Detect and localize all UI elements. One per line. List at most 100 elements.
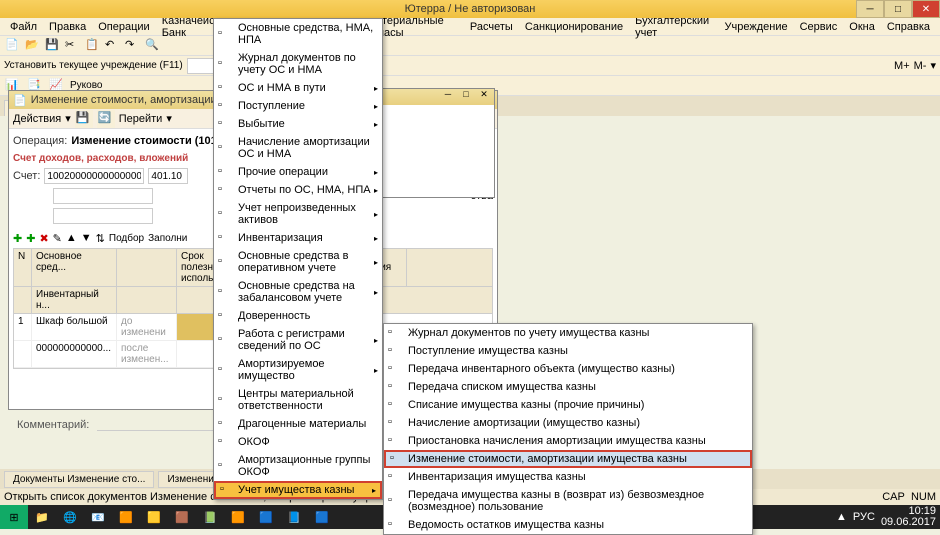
col-n[interactable]: N xyxy=(14,249,32,286)
submenu-item[interactable]: ▫Передача имущества казны в (возврат из)… xyxy=(384,486,752,516)
minimize-button[interactable]: ─ xyxy=(856,0,884,18)
close-button[interactable]: ✕ xyxy=(912,0,940,18)
menu-правка[interactable]: Правка xyxy=(43,19,92,35)
m-minus[interactable]: M- xyxy=(914,60,927,72)
menu-item[interactable]: ▫Работа с регистрами сведений по ОС▸ xyxy=(214,325,382,355)
account-code2[interactable] xyxy=(148,168,188,184)
menu-item[interactable]: ▫Журнал документов по учету ОС и НМА xyxy=(214,49,382,79)
menu-item[interactable]: ▫Отчеты по ОС, НМА, НПА▸ xyxy=(214,181,382,199)
undo-icon[interactable]: ↶ xyxy=(104,37,122,55)
excel-icon[interactable]: 📗 xyxy=(196,505,224,529)
add-copy-icon[interactable]: ✚ xyxy=(26,232,35,245)
chevron-right-icon: ▸ xyxy=(374,336,378,345)
m-plus[interactable]: M+ xyxy=(894,60,910,72)
menu-item[interactable]: ▫Центры материальной ответственности xyxy=(214,385,382,415)
extra-input2[interactable] xyxy=(53,208,153,224)
delete-row-icon[interactable]: ✖ xyxy=(39,232,48,245)
search-icon[interactable]: 🔍 xyxy=(144,37,162,55)
select-btn[interactable]: Подбор xyxy=(109,233,144,244)
menu-item[interactable]: ▫Прочие операции▸ xyxy=(214,163,382,181)
doc-save-icon[interactable]: 💾 xyxy=(75,110,93,128)
explorer-icon[interactable]: 📁 xyxy=(28,505,56,529)
col-inventory[interactable]: Инвентарный н... xyxy=(32,287,117,313)
bottom-tab-1[interactable]: Документы Изменение сто... xyxy=(4,471,154,488)
inner-close-icon[interactable]: ✕ xyxy=(476,89,492,103)
cut-icon[interactable]: ✂ xyxy=(64,37,82,55)
app3-icon[interactable]: 🟫 xyxy=(168,505,196,529)
submenu-item[interactable]: ▫Поступление имущества казны xyxy=(384,342,752,360)
dropdown-icon[interactable]: ▾ xyxy=(930,59,936,72)
col-change[interactable] xyxy=(117,249,177,286)
open-icon[interactable]: 📂 xyxy=(24,37,42,55)
maximize-button[interactable]: □ xyxy=(884,0,912,18)
menu-item[interactable]: ▫Амортизируемое имущество▸ xyxy=(214,355,382,385)
account-code1[interactable] xyxy=(44,168,144,184)
menu-item[interactable]: ▫ОКОФ xyxy=(214,433,382,451)
submenu-item[interactable]: ▫Приостановка начисления амортизации иму… xyxy=(384,432,752,450)
menu-сервис[interactable]: Сервис xyxy=(794,19,844,35)
menu-item[interactable]: ▫ОС и НМА в пути▸ xyxy=(214,79,382,97)
chevron-right-icon: ▸ xyxy=(374,258,378,267)
submenu-item[interactable]: ▫Списание имущества казны (прочие причин… xyxy=(384,396,752,414)
word-icon[interactable]: 📘 xyxy=(280,505,308,529)
menu-item-icon: ▫ xyxy=(218,417,232,431)
menu-item[interactable]: ▫Начисление амортизации ОС и НМА xyxy=(214,133,382,163)
submenu-item[interactable]: ▫Начисление амортизации (имущество казны… xyxy=(384,414,752,432)
menu-расчеты[interactable]: Расчеты xyxy=(464,19,519,35)
goto-menu[interactable]: Перейти xyxy=(119,113,163,125)
submenu-item[interactable]: ▫Передача списком имущества казны xyxy=(384,378,752,396)
app6-icon[interactable]: 🟦 xyxy=(308,505,336,529)
menu-справка[interactable]: Справка xyxy=(881,19,936,35)
col-asset[interactable]: Основное сред... xyxy=(32,249,117,286)
menu-операции[interactable]: Операции xyxy=(92,19,155,35)
menu-item[interactable]: ▫Основные средства на забалансовом учете… xyxy=(214,277,382,307)
tray-lang[interactable]: РУС xyxy=(853,511,875,523)
up-icon[interactable]: ▲ xyxy=(66,232,77,244)
submenu-item[interactable]: ▫Журнал документов по учету имущества ка… xyxy=(384,324,752,342)
outlook-icon[interactable]: 📧 xyxy=(84,505,112,529)
chevron-right-icon: ▸ xyxy=(374,366,378,375)
save-icon[interactable]: 💾 xyxy=(44,37,62,55)
new-icon[interactable]: 📄 xyxy=(4,37,22,55)
menu-item-icon: ▫ xyxy=(218,435,232,449)
app5-icon[interactable]: 🟦 xyxy=(252,505,280,529)
menu-item[interactable]: ▫Основные средства в оперативном учете▸ xyxy=(214,247,382,277)
actions-menu[interactable]: Действия xyxy=(13,113,61,125)
app1-icon[interactable]: 🟧 xyxy=(112,505,140,529)
submenu-item[interactable]: ▫Ведомость остатков имущества казны xyxy=(384,516,752,534)
submenu-item-icon: ▫ xyxy=(388,494,402,508)
sort-icon[interactable]: ⇅ xyxy=(96,232,105,245)
app4-icon[interactable]: 🟧 xyxy=(224,505,252,529)
menu-окна[interactable]: Окна xyxy=(843,19,881,35)
menu-item[interactable]: ▫Доверенность xyxy=(214,307,382,325)
menu-item[interactable]: ▫Основные средства, НМА, НПА xyxy=(214,19,382,49)
start-button[interactable]: ⊞ xyxy=(0,505,28,529)
app2-icon[interactable]: 🟨 xyxy=(140,505,168,529)
extra-input1[interactable] xyxy=(53,188,153,204)
menu-item[interactable]: ▫Учет непроизведенных активов▸ xyxy=(214,199,382,229)
edit-row-icon[interactable]: ✎ xyxy=(53,232,62,245)
copy-icon[interactable]: 📋 xyxy=(84,37,102,55)
inner-min-icon[interactable]: ─ xyxy=(440,89,456,103)
menu-item[interactable]: ▫Учет имущества казны▸ xyxy=(214,481,382,499)
submenu-item[interactable]: ▫Передача инвентарного объекта (имуществ… xyxy=(384,360,752,378)
fill-btn[interactable]: Заполни xyxy=(148,233,187,244)
doc-refresh-icon[interactable]: 🔄 xyxy=(97,110,115,128)
menu-item[interactable]: ▫Поступление▸ xyxy=(214,97,382,115)
menu-item[interactable]: ▫Амортизационные группы ОКОФ xyxy=(214,451,382,481)
menu-учреждение[interactable]: Учреждение xyxy=(719,19,794,35)
tray-flag-icon[interactable]: ▲ xyxy=(836,511,847,523)
down-icon[interactable]: ▼ xyxy=(81,232,92,244)
redo-icon[interactable]: ↷ xyxy=(124,37,142,55)
menu-item[interactable]: ▫Выбытие▸ xyxy=(214,115,382,133)
menu-item[interactable]: ▫Драгоценные материалы xyxy=(214,415,382,433)
submenu-item[interactable]: ▫Изменение стоимости, амортизации имущес… xyxy=(384,450,752,468)
add-row-icon[interactable]: ✚ xyxy=(13,232,22,245)
chrome-icon[interactable]: 🌐 xyxy=(56,505,84,529)
menu-файл[interactable]: Файл xyxy=(4,19,43,35)
menu-санкционирование[interactable]: Санкционирование xyxy=(519,19,629,35)
submenu-item[interactable]: ▫Инвентаризация имущества казны xyxy=(384,468,752,486)
inner-max-icon[interactable]: □ xyxy=(458,89,474,103)
menu-item[interactable]: ▫Инвентаризация▸ xyxy=(214,229,382,247)
menu-item-icon: ▫ xyxy=(218,459,232,473)
